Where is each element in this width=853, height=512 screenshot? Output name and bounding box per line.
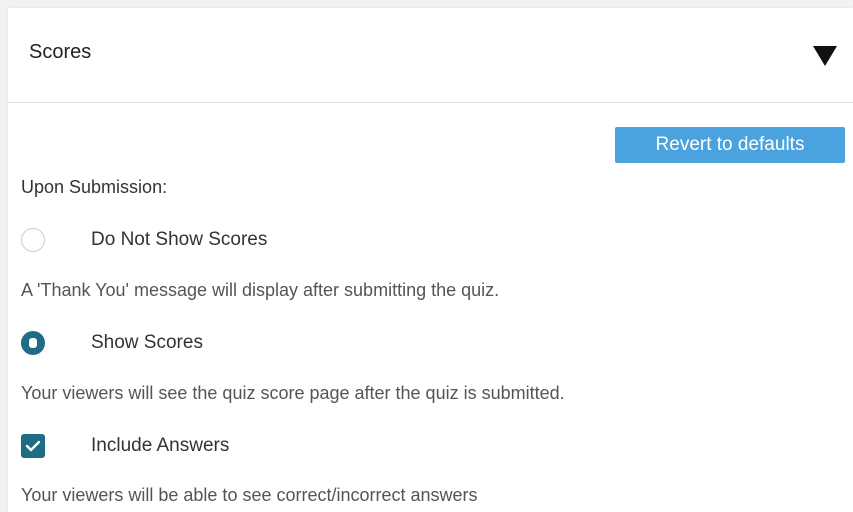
caret-down-icon[interactable] <box>813 46 837 66</box>
radio-dot-icon <box>29 338 37 348</box>
radio-show-scores[interactable] <box>21 331 45 355</box>
panel-title: Scores <box>29 41 92 63</box>
option-do-not-show-scores[interactable]: Do Not Show Scores <box>21 228 621 254</box>
checkmark-icon <box>25 440 41 452</box>
option-description: Your viewers will see the quiz score pag… <box>21 383 565 403</box>
option-label: Include Answers <box>91 435 230 456</box>
include-answers-checkbox[interactable] <box>21 434 45 458</box>
option-description: A 'Thank You' message will display after… <box>21 280 500 300</box>
option-label: Do Not Show Scores <box>91 229 268 250</box>
radio-do-not-show-scores[interactable] <box>21 228 45 252</box>
scores-panel-header[interactable]: Scores <box>8 8 853 103</box>
option-include-answers[interactable]: Include Answers <box>21 434 621 460</box>
revert-to-defaults-button[interactable]: Revert to defaults <box>615 127 845 163</box>
option-label: Show Scores <box>91 332 203 353</box>
upon-submission-label: Upon Submission: <box>21 177 168 197</box>
option-description: Your viewers will be able to see correct… <box>21 485 478 505</box>
option-show-scores[interactable]: Show Scores <box>21 331 621 357</box>
